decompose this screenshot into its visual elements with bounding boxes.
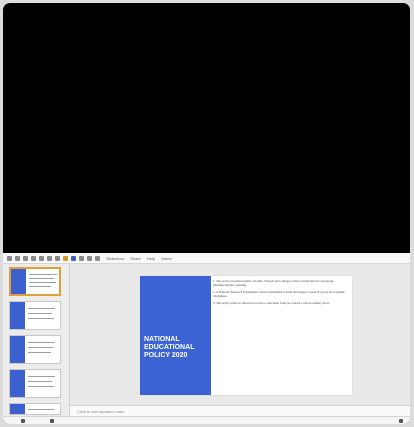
thumbnail-text-line	[28, 308, 55, 309]
print-icon[interactable]	[31, 255, 36, 261]
presentation-app: Slideshow Share Help Notes NATIONAL EDUC…	[3, 253, 410, 424]
background-icon[interactable]	[95, 255, 100, 261]
slide-thumbnail-4[interactable]	[9, 369, 61, 398]
slide-thumbnail-2[interactable]	[9, 301, 61, 330]
slide-thumbnail-1[interactable]	[9, 267, 61, 296]
slide-body-text[interactable]: 1. The policy provides holistic reforms.…	[213, 279, 349, 308]
cursor-icon[interactable]	[47, 255, 52, 261]
grid-view-icon[interactable]	[21, 419, 25, 423]
image-icon[interactable]	[63, 255, 68, 261]
text-box-icon[interactable]	[55, 255, 60, 261]
undo-icon[interactable]	[15, 255, 20, 261]
thumbnail-text-line	[28, 313, 52, 314]
thumbnail-text-line	[28, 409, 54, 410]
slide-thumbnail-panel	[3, 264, 70, 416]
thumbnail-blue-panel	[11, 269, 26, 294]
explore-icon[interactable]	[399, 419, 403, 423]
slide-title-panel: NATIONAL EDUCATIONAL POLICY 2020	[140, 276, 211, 395]
thumbnail-text-line	[28, 352, 51, 353]
slide-thumbnail-5[interactable]	[9, 403, 61, 415]
slide-paragraph-3: 3. The policy aims for universal access …	[213, 301, 330, 305]
thumbnail-text-line	[28, 376, 55, 377]
filmstrip-view-icon[interactable]	[50, 419, 54, 423]
thumbnail-text-line	[29, 282, 56, 283]
thumbnail-text-line	[28, 386, 54, 387]
slide-paragraph-2: 2. A National Research Foundation will b…	[213, 290, 345, 298]
toolbar-item-notes[interactable]: Notes	[161, 256, 171, 261]
thumbnail-text-line	[29, 278, 54, 279]
thumbnail-text-line	[29, 274, 57, 275]
slide-title: NATIONAL EDUCATIONAL POLICY 2020	[144, 336, 195, 359]
thumbnail-text-line	[28, 347, 53, 348]
bottom-bar	[3, 416, 410, 424]
thumbnail-blue-panel	[10, 302, 25, 329]
video-frame: Slideshow Share Help Notes NATIONAL EDUC…	[3, 3, 410, 424]
toolbar-item-share[interactable]: Share	[130, 256, 141, 261]
comment-icon[interactable]	[87, 255, 92, 261]
thumbnail-blue-panel	[10, 404, 25, 414]
file-icon[interactable]	[7, 255, 12, 261]
thumbnail-text-line	[28, 318, 54, 319]
slide-canvas-area: NATIONAL EDUCATIONAL POLICY 2020 1. The …	[70, 264, 410, 416]
speaker-notes-field[interactable]: Click to add speaker notes	[70, 405, 410, 416]
thumbnail-text-line	[29, 286, 51, 287]
thumbnail-blue-panel	[10, 370, 25, 397]
redo-icon[interactable]	[23, 255, 28, 261]
thumbnail-text-line	[28, 381, 52, 382]
slide-paragraph-1: 1. The policy provides holistic reforms.…	[213, 279, 334, 287]
shape-icon[interactable]	[71, 255, 76, 261]
toolbar-item-slideshow[interactable]: Slideshow	[106, 256, 124, 261]
slide-thumbnail-3[interactable]	[9, 335, 61, 364]
toolbar: Slideshow Share Help Notes	[3, 253, 410, 264]
line-icon[interactable]	[79, 255, 84, 261]
zoom-icon[interactable]	[39, 255, 44, 261]
slide-canvas[interactable]: NATIONAL EDUCATIONAL POLICY 2020 1. The …	[140, 276, 352, 395]
toolbar-item-help[interactable]: Help	[147, 256, 155, 261]
thumbnail-blue-panel	[10, 336, 25, 363]
thumbnail-text-line	[28, 342, 55, 343]
